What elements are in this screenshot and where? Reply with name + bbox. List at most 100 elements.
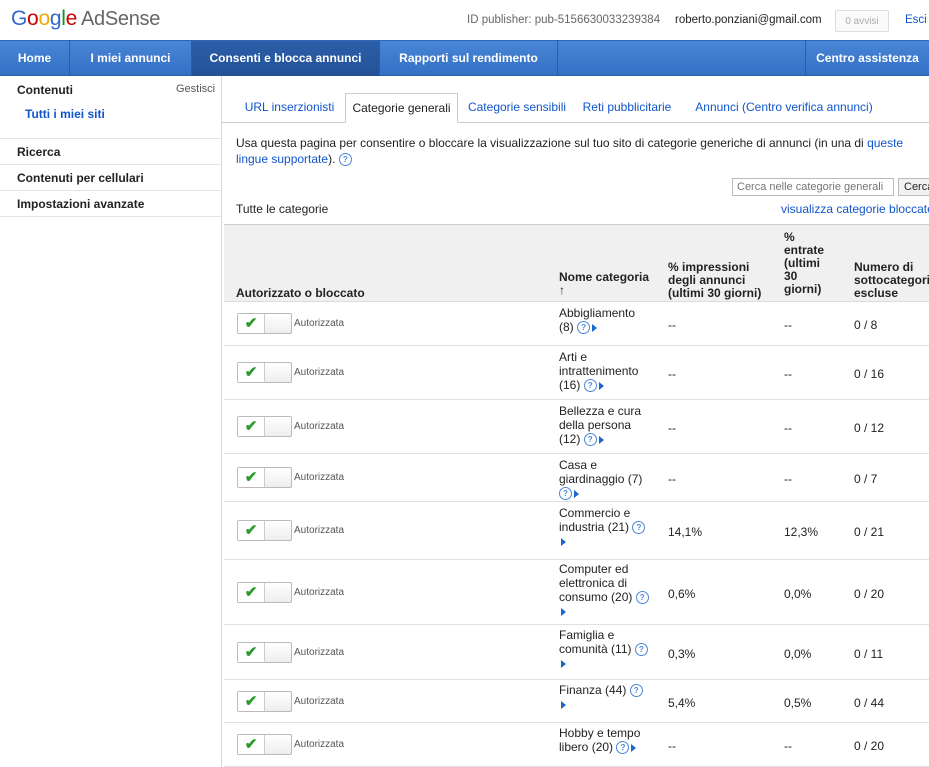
category-link[interactable]: Casa e giardinaggio — [559, 458, 624, 486]
earnings-value: 0,0% — [784, 647, 812, 661]
table-row: ✔ Autorizzata Commercio e industria (21) ?… — [224, 502, 929, 560]
header-earnings[interactable]: % entrate (ultimi 30 giorni) — [784, 231, 836, 296]
help-icon[interactable]: ? — [583, 379, 597, 392]
header-category-name[interactable]: Nome categoria ↑ — [559, 271, 659, 297]
sidebar-item-mobile[interactable]: Contenuti per cellulari — [17, 171, 144, 185]
impressions-value: -- — [668, 318, 676, 332]
sidebar-item-search[interactable]: Ricerca — [17, 145, 60, 159]
top-bar: Google AdSense ID publisher: pub-51566300… — [0, 0, 929, 40]
help-icon[interactable]: ? — [583, 433, 597, 446]
nav-performance-reports[interactable]: Rapporti sul rendimento — [380, 41, 558, 76]
allow-block-toggle[interactable]: ✔ — [237, 362, 292, 383]
impressions-value: 5,4% — [668, 696, 696, 710]
nav-my-ads[interactable]: I miei annunci — [70, 41, 192, 76]
category-count: (20) — [611, 590, 633, 604]
notifications-button[interactable]: 0 avvisi — [835, 10, 889, 32]
allow-block-toggle[interactable]: ✔ — [237, 520, 292, 541]
table-row: ✔ Autorizzata Abbigliamento (8) ? -- -- 0 / 8 — [224, 302, 929, 346]
nav-help-center[interactable]: Centro assistenza — [805, 41, 929, 76]
sidebar-divider — [0, 190, 221, 191]
category-search-input[interactable] — [732, 178, 894, 196]
expand-arrow-icon[interactable] — [631, 744, 637, 752]
sidebar: Contenuti Gestisci Tutti i miei siti Ric… — [0, 76, 222, 767]
manage-link[interactable]: Gestisci — [176, 83, 215, 95]
allow-block-toggle[interactable]: ✔ — [237, 582, 292, 603]
tab-ad-networks[interactable]: Reti pubblicitarie — [577, 93, 677, 122]
publisher-id: ID publisher: pub-5156630033239384 — [467, 14, 661, 26]
allow-block-toggle[interactable]: ✔ — [237, 734, 292, 755]
status-label: Autorizzata — [294, 647, 345, 658]
header-status[interactable]: Autorizzato o bloccato — [236, 287, 365, 300]
help-icon[interactable]: ? — [616, 741, 630, 754]
category-name: Bellezza e cura della persona (12) ? — [559, 404, 649, 446]
tab-advertiser-urls[interactable]: URL inserzionisti — [234, 93, 345, 122]
logout-link[interactable]: Esci — [905, 14, 927, 26]
nav-home[interactable]: Home — [0, 41, 70, 76]
help-icon[interactable]: ? — [632, 521, 646, 534]
allow-block-toggle[interactable]: ✔ — [237, 691, 292, 712]
category-link[interactable]: Finanza — [559, 683, 602, 697]
allow-block-toggle[interactable]: ✔ — [237, 313, 292, 334]
earnings-value: 0,0% — [784, 587, 812, 601]
expand-arrow-icon[interactable] — [574, 490, 579, 498]
sidebar-item-advanced-settings[interactable]: Impostazioni avanzate — [17, 197, 144, 211]
category-name: Arti e intrattenimento (16) ? — [559, 350, 649, 392]
table-row: ✔ Autorizzata Computer ed elettronica di c… — [224, 560, 929, 625]
allow-block-toggle[interactable]: ✔ — [237, 642, 292, 663]
description-end: ). — [328, 152, 336, 166]
impressions-value: -- — [668, 739, 676, 753]
sidebar-section-title: Contenuti — [17, 83, 73, 97]
help-icon[interactable]: ? — [338, 153, 352, 166]
checkmark-icon: ✔ — [238, 417, 265, 436]
header-impressions[interactable]: % impressioni degli annunci (ultimi 30 g… — [668, 261, 778, 300]
allow-block-toggle[interactable]: ✔ — [237, 416, 292, 437]
table-row: ✔ Autorizzata Finanza (44) ? 5,4% 0,5% 0 / 44 — [224, 680, 929, 723]
category-count: (20) — [591, 740, 614, 754]
help-icon[interactable]: ? — [559, 487, 572, 500]
expand-arrow-icon[interactable] — [592, 324, 598, 332]
subcategories-value: 0 / 12 — [854, 421, 885, 435]
expand-arrow-icon[interactable] — [598, 436, 604, 444]
view-blocked-categories-link[interactable]: visualizza categorie bloccate — [781, 202, 929, 216]
help-icon[interactable]: ? — [577, 321, 591, 334]
expand-arrow-icon[interactable] — [598, 382, 604, 390]
header-subcategories[interactable]: Numero di sottocategorie escluse — [854, 261, 929, 300]
category-name: Famiglia e comunità (11) ? — [559, 628, 649, 670]
category-count: (8) — [559, 320, 574, 334]
category-link[interactable]: Arti e intrattenimento — [559, 350, 638, 378]
google-logo: Google — [11, 7, 77, 30]
help-icon[interactable]: ? — [629, 684, 643, 697]
category-count: (21) — [607, 520, 630, 534]
sort-ascending-icon: ↑ — [559, 283, 565, 297]
subcategories-value: 0 / 16 — [854, 367, 885, 381]
expand-arrow-icon[interactable] — [561, 701, 566, 709]
expand-arrow-icon[interactable] — [561, 608, 566, 616]
category-link[interactable]: Abbigliamento — [559, 306, 635, 320]
search-button[interactable]: Cerca — [898, 178, 929, 196]
help-icon[interactable]: ? — [635, 591, 649, 604]
category-count: (44) — [605, 683, 627, 697]
adsense-logo[interactable]: Google AdSense — [11, 7, 160, 31]
all-categories-label: Tutte le categorie — [236, 202, 329, 216]
expand-arrow-icon[interactable] — [561, 538, 566, 546]
category-link[interactable]: Famiglia e comunità — [559, 628, 614, 656]
impressions-value: 0,6% — [668, 587, 696, 601]
category-count: (11) — [611, 642, 632, 656]
sidebar-item-all-sites[interactable]: Tutti i miei siti — [25, 107, 105, 121]
tab-general-categories[interactable]: Categorie generali — [345, 93, 458, 123]
checkmark-icon: ✔ — [238, 692, 265, 711]
table-row: ✔ Autorizzata Arti e intrattenimento (16) … — [224, 346, 929, 400]
checkmark-icon: ✔ — [238, 521, 265, 540]
nav-allow-block-ads[interactable]: Consenti e blocca annunci — [192, 41, 380, 76]
category-count: (16) — [559, 378, 581, 392]
header-category-name-label: Nome categoria — [559, 270, 650, 284]
expand-arrow-icon[interactable] — [561, 660, 566, 668]
allow-block-toggle[interactable]: ✔ — [237, 467, 292, 488]
category-link[interactable]: Bellezza e cura della persona — [559, 404, 641, 432]
account-email[interactable]: roberto.ponziani@gmail.com — [675, 14, 822, 26]
earnings-value: -- — [784, 367, 792, 381]
impressions-value: -- — [668, 472, 676, 486]
help-icon[interactable]: ? — [634, 643, 648, 656]
tab-ad-review-center[interactable]: Annunci (Centro verifica annunci) — [684, 93, 884, 122]
tab-sensitive-categories[interactable]: Categorie sensibili — [462, 93, 572, 122]
